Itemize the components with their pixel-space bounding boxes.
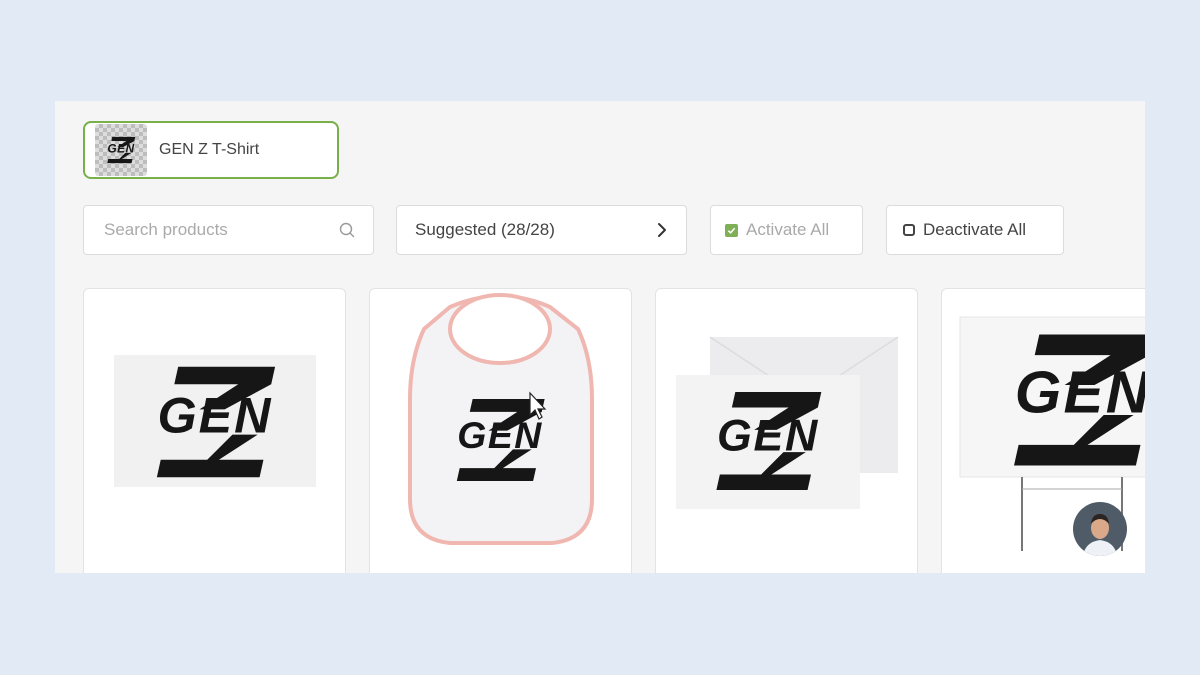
deactivate-all-label: Deactivate All	[923, 220, 1026, 239]
selected-design-chip[interactable]: GEN Z T-Shirt	[83, 121, 339, 179]
suggested-filter-label: Suggested (28/28)	[415, 220, 555, 239]
product-card-greeting-card[interactable]	[655, 288, 918, 573]
deactivate-all-button[interactable]: Deactivate All	[886, 205, 1064, 255]
search-field[interactable]	[83, 205, 374, 255]
product-panel: GEN Z T-Shirt Suggested (28/28) Activate…	[55, 101, 1145, 573]
greeting-card-product-image	[676, 336, 899, 509]
search-input[interactable]	[102, 219, 326, 241]
chevron-right-icon	[658, 223, 666, 237]
suggested-filter-button[interactable]: Suggested (28/28)	[396, 205, 687, 255]
activate-all-button[interactable]: Activate All	[710, 205, 863, 255]
design-name: GEN Z T-Shirt	[159, 141, 260, 158]
presenter-avatar[interactable]	[1073, 502, 1127, 556]
sticker-product-image	[114, 355, 316, 487]
bib-product-image	[408, 293, 594, 545]
gen-z-logo-icon	[98, 133, 144, 167]
checkbox-empty-icon	[903, 224, 915, 236]
product-card-bib[interactable]	[369, 288, 632, 573]
product-card-sticker[interactable]	[83, 288, 346, 573]
activate-all-label: Activate All	[746, 220, 830, 239]
search-icon[interactable]	[339, 222, 355, 238]
design-thumbnail	[95, 124, 147, 176]
checkbox-checked-icon	[725, 223, 738, 237]
